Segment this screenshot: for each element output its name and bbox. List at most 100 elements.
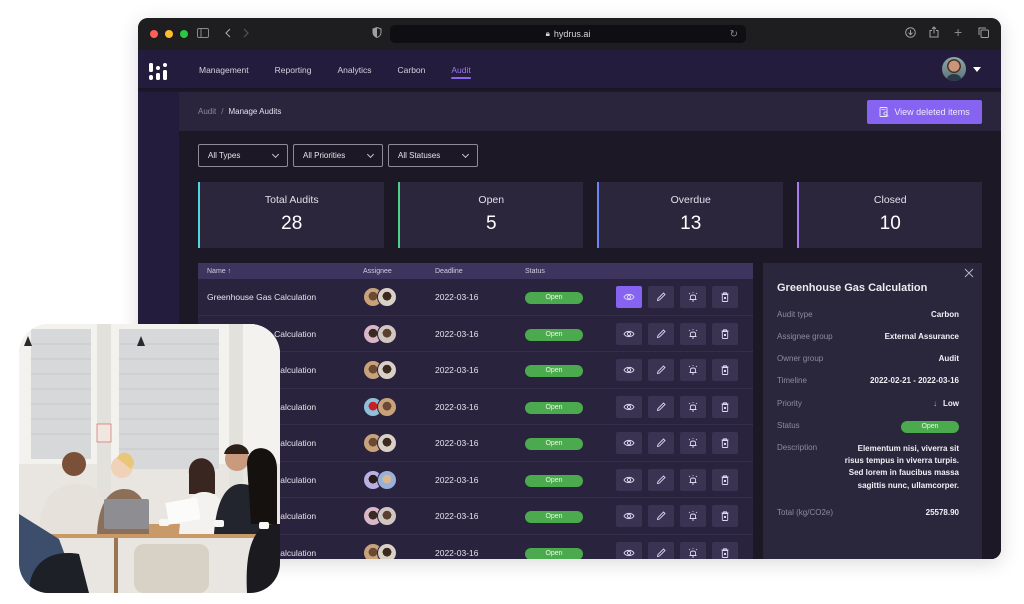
close-window-icon[interactable] — [150, 30, 158, 38]
column-header-assignee[interactable]: Assignee — [363, 268, 392, 275]
reminder-button[interactable] — [680, 505, 706, 527]
pencil-icon — [655, 401, 667, 413]
user-menu-caret-icon[interactable] — [973, 67, 981, 72]
avatar[interactable] — [377, 542, 397, 559]
table-row[interactable]: Greenhouse Gas Calculation2022-03-16Open — [198, 316, 753, 352]
detail-row-status: Status Open — [777, 421, 959, 433]
edit-button[interactable] — [648, 286, 674, 308]
avatar[interactable] — [377, 287, 397, 307]
reload-icon[interactable]: ↻ — [730, 29, 738, 40]
avatar[interactable] — [377, 323, 397, 344]
detail-value: 25578.90 — [925, 508, 959, 517]
avatar[interactable] — [377, 396, 397, 417]
edit-button[interactable] — [648, 322, 674, 345]
delete-button[interactable] — [712, 286, 738, 308]
assignee-avatars — [363, 287, 403, 307]
table-row[interactable]: Greenhouse Gas Calculation2022-03-16Open — [198, 279, 753, 316]
main-content: Audit / Manage Audits View deleted items A… — [179, 92, 1001, 559]
edit-button[interactable] — [648, 359, 674, 381]
status-badge: Open — [525, 474, 583, 487]
status-filter-select[interactable]: All Statuses — [388, 144, 478, 167]
sidebar-toggle-icon[interactable] — [197, 26, 209, 42]
delete-button[interactable] — [712, 541, 738, 559]
view-button[interactable] — [616, 395, 642, 418]
edit-button[interactable] — [648, 395, 674, 418]
view-deleted-items-button[interactable]: View deleted items — [867, 100, 982, 124]
hydrus-logo-icon[interactable] — [148, 62, 170, 84]
stat-label: Total Audits — [264, 194, 319, 206]
delete-button[interactable] — [712, 322, 738, 345]
column-header-deadline[interactable]: Deadline — [435, 268, 463, 275]
audit-deadline: 2022-03-16 — [435, 438, 479, 448]
close-icon[interactable] — [964, 268, 974, 278]
table-row[interactable]: Greenhouse Gas Calculation2022-03-16Open — [198, 352, 753, 389]
table-row[interactable]: Greenhouse Gas Calculation2022-03-16Open — [198, 389, 753, 425]
audit-deadline: 2022-03-16 — [435, 401, 479, 412]
nav-item-management[interactable]: Management — [199, 50, 249, 90]
table-row[interactable]: Greenhouse Gas Calculation2022-03-16Open — [198, 425, 753, 462]
table-row[interactable]: Greenhouse Gas Calculation2022-03-16Open — [198, 535, 753, 559]
maximize-window-icon[interactable] — [180, 30, 188, 38]
delete-button[interactable] — [712, 505, 738, 527]
delete-button[interactable] — [712, 432, 738, 454]
view-button[interactable] — [616, 286, 642, 308]
stat-label: Closed — [873, 194, 907, 206]
table-row[interactable]: Greenhouse Gas Calculation2022-03-16Open — [198, 462, 753, 498]
detail-row-total: Total (kg/CO2e) 25578.90 — [777, 508, 959, 517]
reminder-button[interactable] — [680, 468, 706, 491]
view-button[interactable] — [616, 541, 642, 559]
assignee-avatars — [363, 542, 403, 559]
edit-button[interactable] — [648, 432, 674, 454]
privacy-shield-icon[interactable] — [372, 26, 382, 42]
view-button[interactable] — [616, 359, 642, 381]
nav-item-audit[interactable]: Audit — [451, 50, 472, 90]
back-icon[interactable] — [224, 26, 232, 42]
audit-deadline: 2022-03-16 — [435, 292, 479, 302]
new-tab-icon[interactable]: + — [954, 24, 962, 40]
trash-icon — [719, 401, 731, 413]
edit-button[interactable] — [648, 468, 674, 491]
reminder-button[interactable] — [680, 322, 706, 345]
avatar[interactable] — [377, 433, 397, 453]
tabs-overview-icon[interactable] — [978, 26, 989, 42]
edit-button[interactable] — [648, 541, 674, 559]
reminder-button[interactable] — [680, 395, 706, 418]
reminder-button[interactable] — [680, 286, 706, 308]
avatar[interactable] — [377, 360, 397, 380]
reminder-button[interactable] — [680, 432, 706, 454]
avatar[interactable] — [377, 506, 397, 526]
download-icon[interactable] — [905, 26, 916, 42]
reminder-button[interactable] — [680, 541, 706, 559]
address-bar[interactable]: 🔒︎ hydrus.ai ↻ — [390, 25, 746, 43]
delete-button[interactable] — [712, 359, 738, 381]
assignee-avatars — [363, 396, 403, 417]
status-badge: Open — [525, 438, 583, 450]
avatar[interactable] — [377, 469, 397, 490]
pencil-icon — [655, 328, 667, 340]
type-filter-select[interactable]: All Types — [198, 144, 288, 167]
user-avatar[interactable] — [942, 57, 966, 81]
detail-value: External Assurance — [884, 332, 959, 341]
minimize-window-icon[interactable] — [165, 30, 173, 38]
priority-filter-select[interactable]: All Priorities — [293, 144, 383, 167]
delete-button[interactable] — [712, 395, 738, 418]
nav-item-carbon[interactable]: Carbon — [398, 50, 426, 90]
breadcrumb-parent[interactable]: Audit — [198, 107, 216, 116]
column-header-name[interactable]: Name ↑ — [207, 268, 231, 275]
table-header: Name ↑ Assignee Deadline Status — [198, 263, 753, 279]
view-button[interactable] — [616, 322, 642, 345]
edit-button[interactable] — [648, 505, 674, 527]
view-button[interactable] — [616, 432, 642, 454]
marketing-stage: 🔒︎ hydrus.ai ↻ + Management Reporting An… — [0, 0, 1024, 604]
nav-item-reporting[interactable]: Reporting — [275, 50, 312, 90]
trash-icon — [719, 437, 731, 449]
reminder-button[interactable] — [680, 359, 706, 381]
view-button[interactable] — [616, 468, 642, 491]
forward-icon[interactable] — [242, 26, 250, 42]
share-icon[interactable] — [929, 26, 939, 42]
column-header-status[interactable]: Status — [525, 268, 545, 275]
nav-item-analytics[interactable]: Analytics — [337, 50, 371, 90]
table-row[interactable]: Greenhouse Gas Calculation2022-03-16Open — [198, 498, 753, 535]
view-button[interactable] — [616, 505, 642, 527]
delete-button[interactable] — [712, 468, 738, 491]
